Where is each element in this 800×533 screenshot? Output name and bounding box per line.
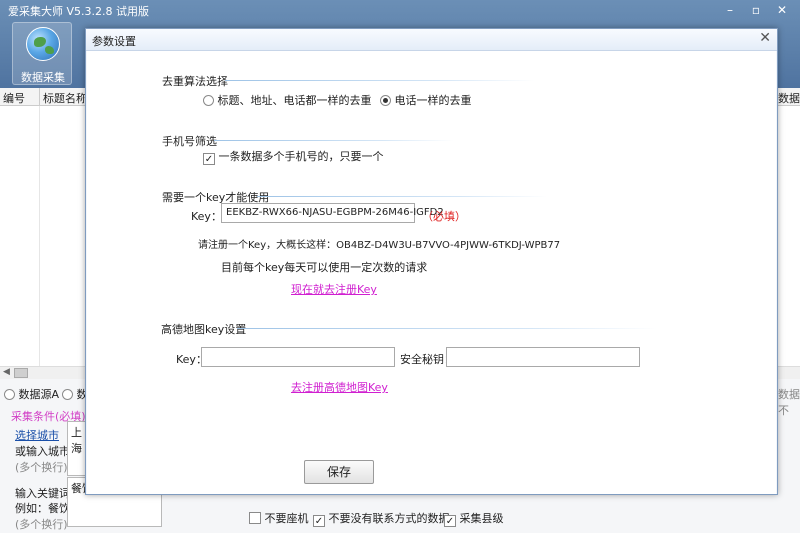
secret-key-input[interactable] [446,347,640,367]
checkbox-icon [249,512,261,524]
multi-line-hint-2: (多个换行) [15,518,68,531]
grid-line [39,106,40,366]
data-collection-button[interactable]: 数据采集 [12,22,72,85]
dedup-option-phone-label: 电话一样的去重 [394,94,472,107]
minimize-icon[interactable]: – [718,2,742,18]
app-title: 爱采集大师 V5.3.2.8 试用版 [8,5,150,18]
scroll-left-icon[interactable]: ◀ [3,367,10,377]
amap-section-title: 高德地图key设置 [161,323,247,336]
checkbox-checked-icon: ✓ [203,153,215,165]
dialog-title: 参数设置 [92,35,136,48]
key-hint: 请注册一个Key，大概长这样：OB4BZ-D4W3U-B7VVO-4PJWW-6… [198,240,561,251]
section-divider [214,140,454,141]
checkbox-checked-icon: ✓ [313,515,325,527]
option-label: 不要座机 [264,512,309,525]
radio-selected-icon [380,95,391,106]
dedup-option-all-label: 标题、地址、电话都一样的去重 [217,94,372,107]
close-icon[interactable]: ✕ [770,2,794,18]
save-button[interactable]: 保存 [304,460,374,484]
maximize-icon[interactable]: ▫ [744,2,768,18]
dedup-section-title: 去重算法选择 [162,75,228,88]
scrollbar-thumb[interactable] [14,368,28,378]
phone-section-title: 手机号筛选 [162,135,217,148]
amap-key-input[interactable] [201,347,395,367]
key-label: Key： [191,210,222,223]
radio-icon [62,389,73,400]
checkbox-checked-icon: ✓ [444,515,456,527]
radio-icon [203,95,214,106]
dedup-option-all[interactable]: 标题、地址、电话都一样的去重 [203,92,372,108]
key-usage-hint: 目前每个key每天可以使用一定次数的请求 [221,261,428,274]
phone-filter-checkbox[interactable]: ✓ 一条数据多个手机号的，只要一个 [203,148,384,165]
section-divider [237,328,657,329]
select-city-link[interactable]: 选择城市 [15,427,59,443]
register-amap-link[interactable]: 去注册高德地图Key [291,379,388,395]
or-input-city-label: 或输入城市 [15,445,70,458]
column-header-title[interactable]: 标题名称 [43,90,87,106]
globe-icon [26,27,60,61]
option-county[interactable]: ✓ 采集县级 [444,510,504,527]
option-label: 不要没有联系方式的数据 [328,512,450,525]
required-label: （必填） [422,210,466,223]
multi-line-hint: (多个换行) [15,461,68,474]
section-divider [225,80,535,81]
settings-dialog: 参数设置 ✕ 去重算法选择 标题、地址、电话都一样的去重 电话一样的去重 手机号… [85,28,778,495]
data-collection-label: 数据采集 [21,71,65,84]
column-divider [39,88,40,106]
keyword-label: 输入关键词 [15,487,70,500]
dialog-titlebar[interactable]: 参数设置 ✕ [86,29,777,51]
dialog-body: 去重算法选择 标题、地址、电话都一样的去重 电话一样的去重 手机号筛选 ✓ 一条… [87,51,776,494]
source-a-label: 数据源A [18,388,60,401]
option-no-contact[interactable]: ✓ 不要没有联系方式的数据 [313,510,450,527]
phone-filter-label: 一条数据多个手机号的，只要一个 [218,150,384,163]
right-partial-label: 数据不 [778,388,800,417]
close-icon[interactable]: ✕ [759,30,771,46]
option-no-landline[interactable]: 不要座机 [249,510,309,526]
option-label: 采集县级 [459,512,504,525]
radio-icon [4,389,15,400]
keyword-example: 例如：餐饮 [15,502,70,515]
city-textarea[interactable]: 上海 [67,421,87,476]
section-divider [257,196,547,197]
dedup-option-phone[interactable]: 电话一样的去重 [380,92,472,108]
column-header-id[interactable]: 编号 [3,90,25,106]
source-a-radio[interactable]: 数据源A [4,386,59,402]
key-input[interactable]: EEKBZ-RWX66-NJASU-EGBPM-26M46-IGFD2 [221,203,444,223]
register-key-link[interactable]: 现在就去注册Key [291,281,377,297]
source-b-radio[interactable]: 数 [62,386,88,402]
city-value: 上海 [71,426,82,455]
